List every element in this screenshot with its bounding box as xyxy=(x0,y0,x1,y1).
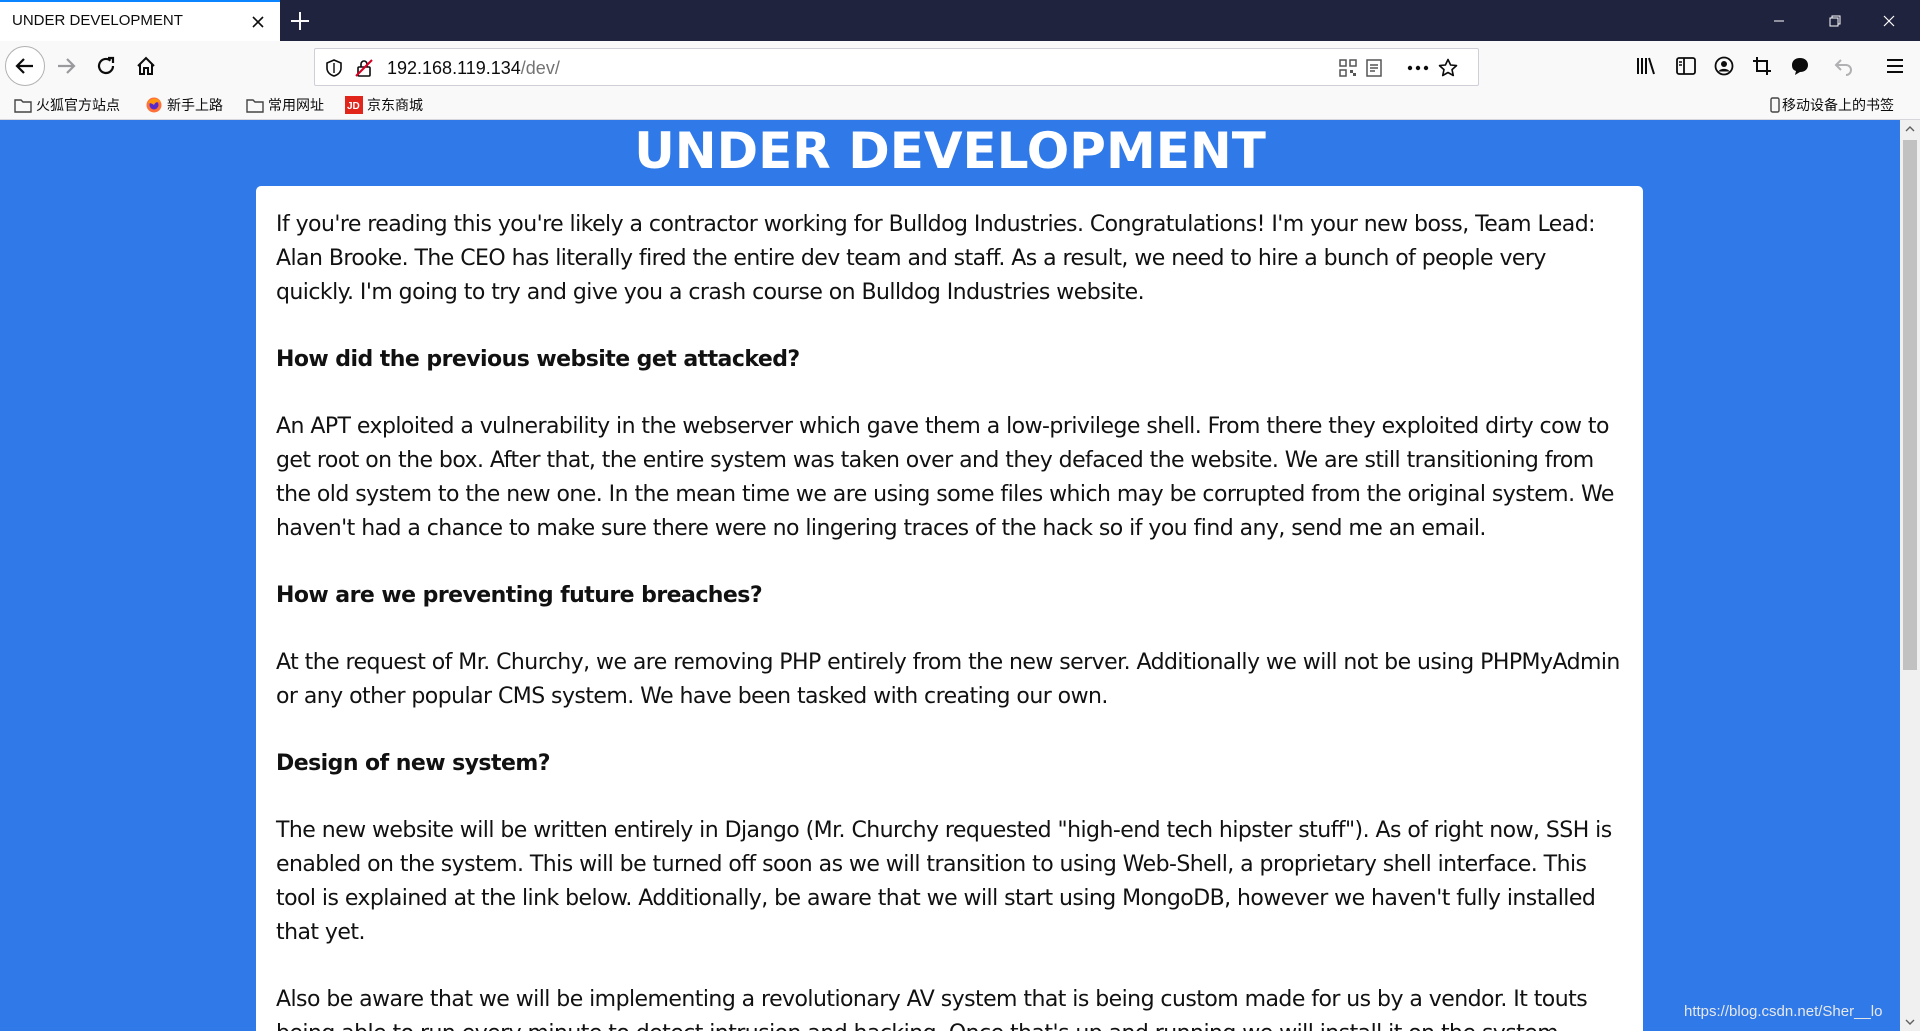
page-actions-icon[interactable] xyxy=(1407,57,1429,79)
section-heading: Design of new system? xyxy=(276,751,550,776)
back-arrow-icon xyxy=(15,58,33,74)
active-tab[interactable]: UNDER DEVELOPMENT xyxy=(0,0,280,41)
mobile-bookmarks[interactable]: 移动设备上的书签 xyxy=(1770,94,1894,116)
bookmark-label: 京东商城 xyxy=(367,98,423,114)
url-host: 192.168.119.134 xyxy=(387,58,521,78)
section-heading: How did the previous website get attacke… xyxy=(276,347,800,372)
svg-text:JD: JD xyxy=(347,101,360,112)
forward-arrow-icon xyxy=(58,58,76,74)
bookmark-star-icon[interactable] xyxy=(1437,57,1459,79)
library-icon[interactable] xyxy=(1628,48,1664,84)
chat-bubble-icon[interactable] xyxy=(1782,48,1818,84)
section-paragraph: An APT exploited a vulnerability in the … xyxy=(276,414,1614,541)
page-viewport: UNDER DEVELOPMENT If you're reading this… xyxy=(0,120,1900,1031)
undo-icon[interactable] xyxy=(1826,48,1862,84)
bookmark-label: 火狐官方站点 xyxy=(36,98,120,114)
mobile-device-icon xyxy=(1770,97,1780,113)
folder-icon xyxy=(14,97,32,113)
scroll-up-icon[interactable] xyxy=(1900,120,1920,138)
url-text[interactable]: 192.168.119.134/dev/ xyxy=(387,58,560,79)
page-title: UNDER DEVELOPMENT xyxy=(634,122,1266,180)
navigation-bar: 192.168.119.134/dev/ xyxy=(0,41,1920,91)
close-tab-icon[interactable] xyxy=(248,12,268,32)
bookmark-item[interactable]: 新手上路 xyxy=(145,94,223,116)
forward-button[interactable] xyxy=(48,48,84,84)
new-tab-icon[interactable] xyxy=(288,9,312,33)
reader-view-icon[interactable] xyxy=(1363,57,1385,79)
home-icon xyxy=(137,56,155,75)
content-card: If you're reading this you're likely a c… xyxy=(256,186,1643,1031)
bookmark-item[interactable]: 火狐官方站点 xyxy=(14,94,120,116)
watermark: https://blog.csdn.net/Sher__lo xyxy=(1684,1003,1883,1020)
url-path: /dev/ xyxy=(520,58,560,78)
scroll-down-icon[interactable] xyxy=(1900,1013,1920,1031)
back-button[interactable] xyxy=(5,46,45,86)
insecure-lock-icon[interactable] xyxy=(353,57,375,79)
menu-icon[interactable] xyxy=(1877,48,1913,84)
jd-icon: JD xyxy=(345,96,363,114)
section-paragraph: The new website will be written entirely… xyxy=(276,818,1612,945)
tab-strip: UNDER DEVELOPMENT xyxy=(0,0,1920,41)
intro-paragraph: If you're reading this you're likely a c… xyxy=(276,212,1596,305)
sidebar-icon[interactable] xyxy=(1668,48,1704,84)
scrollbar-thumb[interactable] xyxy=(1903,140,1917,670)
close-window-icon[interactable] xyxy=(1866,0,1912,41)
bookmark-label: 新手上路 xyxy=(167,98,223,114)
shield-icon[interactable] xyxy=(323,57,345,79)
mobile-bookmarks-label: 移动设备上的书签 xyxy=(1782,98,1894,114)
bookmark-item[interactable]: JD 京东商城 xyxy=(345,94,423,116)
address-bar[interactable]: 192.168.119.134/dev/ xyxy=(314,48,1479,86)
section-heading: How are we preventing future breaches? xyxy=(276,583,763,608)
bookmarks-toolbar: 火狐官方站点 新手上路 常用网址 JD 京东商城 移动设备上的书签 xyxy=(0,91,1920,120)
vertical-scrollbar[interactable] xyxy=(1900,120,1920,1031)
tab-title: UNDER DEVELOPMENT xyxy=(12,12,183,29)
section-paragraph: Also be aware that we will be implementi… xyxy=(276,987,1588,1031)
reload-button[interactable] xyxy=(88,48,124,84)
section-paragraph: At the request of Mr. Churchy, we are re… xyxy=(276,650,1620,709)
minimize-icon[interactable] xyxy=(1756,0,1802,41)
firefox-icon xyxy=(145,97,163,113)
bookmark-item[interactable]: 常用网址 xyxy=(246,94,324,116)
restore-icon[interactable] xyxy=(1812,0,1858,41)
reload-icon xyxy=(97,56,115,75)
bookmark-label: 常用网址 xyxy=(268,98,324,114)
screenshot-icon[interactable] xyxy=(1744,48,1780,84)
account-icon[interactable] xyxy=(1706,48,1742,84)
home-button[interactable] xyxy=(128,48,164,84)
folder-icon xyxy=(246,97,264,113)
qr-code-icon[interactable] xyxy=(1337,57,1359,79)
